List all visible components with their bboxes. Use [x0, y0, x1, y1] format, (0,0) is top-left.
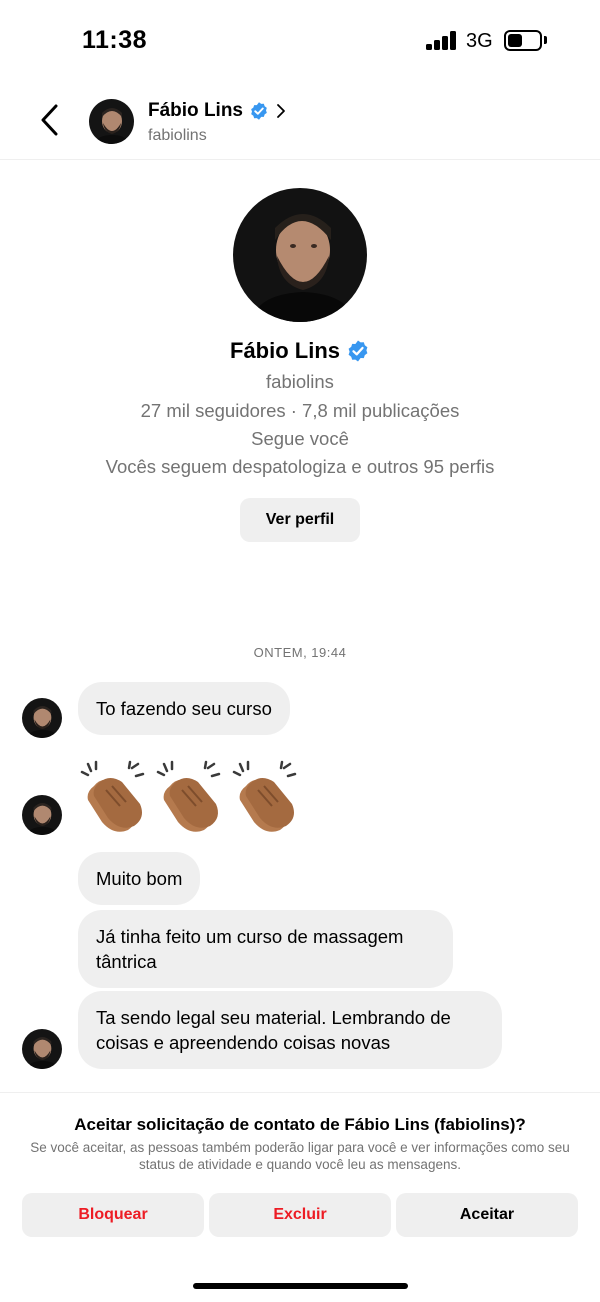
header-username: fabiolins — [148, 127, 207, 144]
delete-button[interactable]: Excluir — [209, 1193, 391, 1237]
message-bubble[interactable]: Muito bom — [78, 852, 201, 905]
clapping-hands-icon — [232, 760, 297, 832]
emoji-message[interactable] — [80, 760, 302, 840]
sender-avatar[interactable] — [22, 698, 62, 738]
header-name: Fábio Lins — [148, 100, 243, 121]
sender-avatar[interactable] — [22, 795, 62, 835]
message-bubble[interactable]: To fazendo seu curso — [78, 682, 290, 735]
view-profile-button[interactable]: Ver perfil — [240, 498, 360, 542]
header-name-link[interactable]: Fábio Lins — [148, 100, 287, 122]
block-button[interactable]: Bloquear — [22, 1193, 204, 1237]
message-bubble[interactable]: Ta sendo legal seu material. Lembrando d… — [78, 991, 502, 1069]
verified-badge-icon — [348, 340, 368, 362]
header-avatar[interactable] — [89, 99, 134, 144]
status-time: 11:38 — [82, 26, 148, 54]
profile-name-row: Fábio Lins — [0, 338, 600, 364]
message-timestamp: ONTEM, 19:44 — [253, 645, 347, 660]
clapping-hands-icon — [80, 760, 145, 832]
back-button[interactable] — [28, 98, 72, 142]
status-bar: 11:38 3G — [0, 0, 600, 80]
clapping-hands-icon — [156, 760, 221, 832]
profile-photo — [233, 188, 367, 322]
request-title: Aceitar solicitação de contato de Fábio … — [74, 1115, 526, 1134]
sender-avatar[interactable] — [22, 1029, 62, 1069]
chat-header: Fábio Lins fabiolins — [0, 84, 600, 160]
avatar-image — [22, 698, 62, 738]
request-description: Se você aceitar, as pessoas também poder… — [30, 1140, 570, 1172]
chevron-right-icon — [277, 104, 285, 118]
profile-name: Fábio Lins — [230, 338, 340, 363]
message-bubble[interactable]: Já tinha feito um curso de massagem tânt… — [78, 910, 453, 988]
home-indicator[interactable] — [193, 1283, 408, 1289]
battery-tip — [544, 36, 547, 44]
avatar-image — [22, 795, 62, 835]
message-request-panel: Aceitar solicitação de contato de Fábio … — [0, 1092, 600, 1302]
mutual-followers: Vocês seguem despatologiza e outros 95 p… — [105, 456, 495, 477]
battery-level — [508, 34, 522, 47]
verified-badge-icon — [251, 102, 267, 120]
network-label: 3G — [466, 30, 493, 52]
avatar-image — [89, 99, 134, 144]
battery-icon — [504, 30, 542, 51]
back-chevron-icon — [41, 104, 58, 136]
follows-you-label: Segue você — [251, 428, 349, 449]
accept-button[interactable]: Aceitar — [396, 1193, 578, 1237]
profile-stats: 27 mil seguidores · 7,8 mil publicações — [140, 400, 460, 421]
profile-username: fabiolins — [266, 371, 334, 392]
signal-icon — [426, 31, 458, 50]
avatar-image — [22, 1029, 62, 1069]
profile-avatar[interactable] — [233, 188, 367, 322]
